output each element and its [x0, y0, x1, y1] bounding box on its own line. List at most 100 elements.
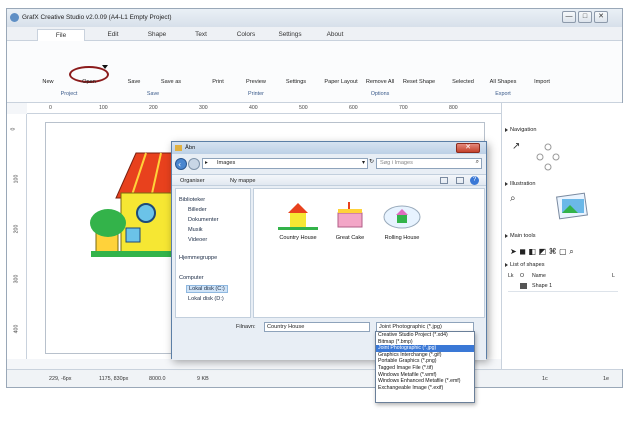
save-button[interactable]: Save	[128, 79, 141, 85]
column-lock[interactable]: Lk	[508, 273, 513, 279]
column-name[interactable]: Name	[532, 273, 546, 279]
expand-icon[interactable]	[505, 234, 508, 238]
ruler-tick-label: 100	[99, 105, 108, 111]
filename-value: Country House	[267, 324, 305, 330]
filename-label: Filnavn:	[236, 324, 256, 330]
tab-file[interactable]: File	[37, 29, 85, 41]
new-folder-button[interactable]: Ny mappe	[230, 178, 256, 184]
group-project-label: Project	[60, 91, 78, 97]
nav-homegroup[interactable]: Hjemmegruppe	[179, 255, 217, 261]
shapes-list-header-row: Lk O Name L	[508, 273, 620, 281]
file-thumbnail	[337, 202, 363, 228]
nav-local-disk-d[interactable]: Lokal disk (D:)	[188, 296, 224, 302]
tab-colors[interactable]: Colors	[226, 29, 266, 41]
tab-shape[interactable]: Shape	[137, 29, 177, 41]
file-country-house[interactable]: Country House	[274, 199, 322, 247]
navigation-pane: Biblioteker Billeder Dokumenter Musik Vi…	[175, 188, 251, 318]
filetype-option[interactable]: Bitmap (*.bmp)	[376, 339, 474, 346]
paper-layout-button[interactable]: Paper Layout	[324, 79, 357, 85]
remove-all-button[interactable]: Remove All	[366, 79, 394, 85]
navigation-header[interactable]: Navigation	[510, 127, 536, 133]
column-layer[interactable]: L	[612, 273, 615, 279]
nav-music[interactable]: Musik	[188, 227, 203, 233]
minimize-icon: —	[565, 13, 573, 20]
tab-edit[interactable]: Edit	[93, 29, 133, 41]
status-bar: 229, -6px 1175, 830px 8000.0 9 KB 1c 1e	[7, 369, 622, 387]
nav-videos[interactable]: Videoer	[188, 237, 207, 243]
right-panel: Navigation ↗ Illustration ⌕ Main tools ➤…	[501, 103, 623, 369]
filetype-dropdown: Creative Studio Project (*.xd4) Bitmap (…	[375, 331, 475, 403]
refresh-icon[interactable]: ↻	[369, 158, 374, 165]
import-button[interactable]: Import	[534, 79, 550, 85]
filetype-option-selected[interactable]: Joint Photographic (*.jpg)	[376, 345, 474, 352]
filetype-option[interactable]: Creative Studio Project (*.xd4)	[376, 332, 474, 339]
file-thumbnail	[278, 203, 318, 230]
maximize-icon: □	[582, 13, 588, 20]
help-icon[interactable]: ?	[470, 176, 479, 185]
ruler-tick-label: 400	[249, 105, 258, 111]
ruler-tick-label: 300	[13, 274, 20, 284]
preview-button[interactable]: Preview	[246, 79, 266, 85]
chevron-down-icon[interactable]: ▾	[362, 159, 365, 166]
dialog-close-button[interactable]: ✕	[456, 143, 480, 153]
filetype-option[interactable]: Exchangeable Image (*.exif)	[376, 385, 474, 392]
close-icon: ✕	[598, 13, 604, 20]
shape-thumbnail-icon	[520, 283, 527, 289]
expand-icon[interactable]	[505, 128, 508, 132]
organise-button[interactable]: Organiser	[180, 178, 205, 184]
filetype-option[interactable]: Windows Metafile (*.wmf)	[376, 372, 474, 379]
expand-icon[interactable]	[505, 182, 508, 186]
preview-pane-icon[interactable]	[456, 177, 464, 184]
file-great-cake[interactable]: Great Cake	[326, 199, 374, 247]
filetype-option[interactable]: Windows Enhanced Metafile (*.emf)	[376, 378, 474, 385]
list-of-shapes-header[interactable]: List of shapes	[510, 262, 545, 268]
filetype-option[interactable]: Tagged Image File (*.tif)	[376, 365, 474, 372]
filetype-option[interactable]: Portable Graphics (*.png)	[376, 358, 474, 365]
search-input[interactable]: Søg i Images ⌕	[376, 158, 482, 169]
column-order[interactable]: O	[520, 273, 524, 279]
filename-field[interactable]: Country House	[264, 322, 370, 332]
ruler-tick-label: 400	[13, 324, 20, 334]
search-icon[interactable]: ⌕	[476, 159, 479, 166]
tab-settings[interactable]: Settings	[270, 29, 310, 41]
navigation-pad[interactable]: ↗	[510, 137, 570, 177]
table-row[interactable]: Shape 1	[508, 283, 618, 292]
ruler-tick-label: 200	[149, 105, 158, 111]
main-tools-toolbar[interactable]: ➤ ◼ ◧ ◩ ⌘ ▢ ⌕	[508, 245, 618, 257]
search-placeholder: Søg i Images	[380, 160, 413, 166]
back-forward-buttons[interactable]: ‹	[175, 157, 201, 171]
illustration-preview[interactable]: ⌕	[508, 189, 618, 229]
tab-about[interactable]: About	[315, 29, 355, 41]
file-rolling-house[interactable]: Rolling House	[378, 199, 426, 247]
status-right-2: 1e	[603, 376, 609, 382]
address-bar[interactable]: ▸ Images ▾	[202, 158, 368, 169]
file-name: Country House	[279, 235, 317, 241]
filetype-option[interactable]: Graphics Interchange (*.gif)	[376, 352, 474, 359]
main-tools-header[interactable]: Main tools	[510, 233, 536, 239]
reset-shape-button[interactable]: Reset Shape	[403, 79, 435, 85]
maximize-button[interactable]: □	[578, 11, 592, 23]
nav-computer[interactable]: Computer	[179, 275, 204, 281]
tab-text[interactable]: Text	[181, 29, 221, 41]
nav-local-disk-c[interactable]: Lokal disk (C:)	[186, 285, 228, 293]
cursor-coords: 229, -6px	[49, 376, 72, 382]
nav-pictures[interactable]: Billeder	[188, 207, 207, 213]
memory-usage: 9 KB	[197, 376, 209, 382]
new-button[interactable]: New	[42, 79, 53, 85]
close-button[interactable]: ✕	[594, 11, 608, 23]
export-selected-button[interactable]: Selected	[452, 79, 474, 85]
expand-icon[interactable]	[505, 263, 508, 267]
nav-documents[interactable]: Dokumenter	[188, 217, 218, 223]
print-button[interactable]: Print	[212, 79, 224, 85]
view-icon[interactable]	[440, 177, 448, 184]
printer-settings-button[interactable]: Settings	[286, 79, 306, 85]
nav-libraries[interactable]: Biblioteker	[179, 197, 205, 203]
illustration-header[interactable]: Illustration	[510, 181, 536, 187]
ruler-horizontal: 0 100 200 300 400 500 600 700 800	[27, 103, 501, 114]
save-as-button[interactable]: Save as	[161, 79, 181, 85]
minimize-button[interactable]: —	[562, 11, 576, 23]
folder-icon	[175, 145, 182, 151]
ruler-tick-label: 700	[399, 105, 408, 111]
open-button[interactable]: Open	[82, 79, 96, 85]
export-all-shapes-button[interactable]: All Shapes	[490, 79, 517, 85]
